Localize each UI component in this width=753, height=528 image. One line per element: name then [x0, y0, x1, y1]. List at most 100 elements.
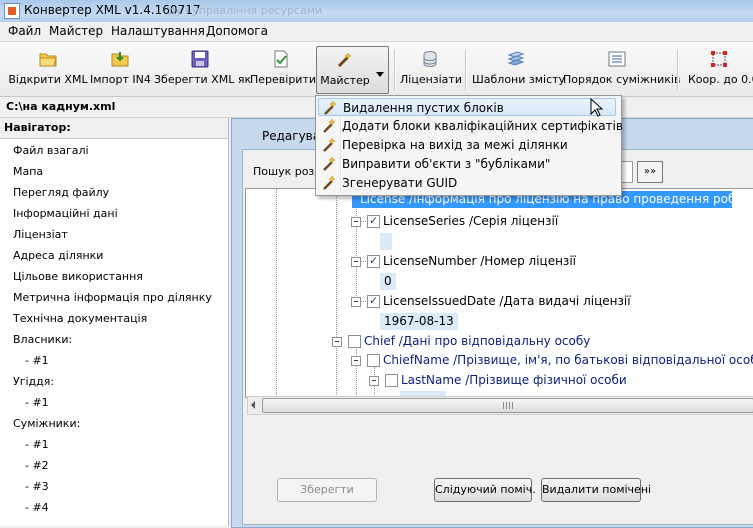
collapse-icon[interactable] — [351, 356, 361, 366]
nav-item-parcel-address[interactable]: Адреса ділянки — [13, 249, 103, 262]
scroll-left-icon[interactable] — [251, 401, 255, 409]
toolbar-separator — [465, 50, 467, 90]
nav-item-map[interactable]: Мапа — [13, 165, 43, 178]
tree-node-license-number[interactable]: LicenseNumber /Номер ліцензії — [383, 254, 576, 268]
menu-file[interactable]: Файл — [8, 24, 41, 38]
checkbox[interactable] — [367, 254, 380, 268]
templates-icon — [507, 51, 525, 66]
search-next-button[interactable]: »» — [637, 161, 663, 183]
menu-item-fix-donut-objects[interactable]: Виправити об'єкти з "бубліками" — [318, 155, 618, 173]
nav-item-purpose[interactable]: Цільове використання — [13, 270, 143, 283]
nav-item-land-1[interactable]: - #1 — [25, 396, 49, 409]
menu-master[interactable]: Майстер — [49, 24, 103, 38]
tree-value-number[interactable]: 0 — [380, 273, 396, 290]
navigator-title: Навігатор: — [4, 121, 71, 134]
nav-item-tech-docs[interactable]: Технічна документація — [13, 312, 147, 325]
master-dropdown-menu: Видалення пустих блоків Додати блоки ква… — [315, 95, 623, 196]
delete-marked-button[interactable]: Видалити помічені — [541, 478, 651, 502]
file-path: C:\на каднум.xml — [6, 100, 116, 113]
coordinates-icon — [710, 51, 727, 67]
nav-item-neighbor-3[interactable]: - #3 — [25, 480, 49, 493]
import-folder-icon — [111, 52, 129, 67]
tree-node-license-series[interactable]: LicenseSeries /Серія ліцензії — [383, 214, 558, 228]
checkbox[interactable] — [367, 294, 380, 308]
nav-item-metric-info[interactable]: Метрична інформація про ділянку — [13, 291, 212, 304]
save-xml-as-button[interactable]: Зберегти XML як — [154, 46, 251, 92]
title-bar: Конвертер XML v1.4.160717 ду і управлінн… — [0, 0, 753, 23]
open-xml-button[interactable]: Відкрити XML — [8, 46, 88, 92]
navigator-header: Навігатор: — [0, 118, 228, 139]
magic-wand-icon — [323, 156, 336, 171]
tree-value-empty[interactable] — [380, 233, 392, 250]
nav-item-neighbor-2[interactable]: - #2 — [25, 459, 49, 472]
checkbox[interactable] — [385, 374, 398, 387]
checklist-icon — [274, 50, 288, 68]
menu-item-generate-guid[interactable]: Згенерувати GUID — [318, 174, 618, 192]
nav-item-neighbor-1[interactable]: - #1 — [25, 438, 49, 451]
menu-bar: Файл Майстер Налаштування Допомога — [0, 22, 753, 42]
editor-caption: Редагува — [262, 129, 321, 143]
xml-tree: License /Інформація про ліцензію на прав… — [245, 188, 753, 398]
neighbors-order-button[interactable]: Порядок суміжників — [563, 46, 680, 92]
toolbar-separator — [394, 50, 396, 90]
magic-wand-icon — [323, 175, 336, 190]
menu-help[interactable]: Допомога — [206, 24, 268, 38]
search-label: Пошук розд — [253, 165, 322, 178]
collapse-icon[interactable] — [369, 376, 379, 386]
chevron-down-icon — [376, 72, 384, 77]
nav-item-info-data[interactable]: Інформаційні дані — [13, 207, 118, 220]
background-window-title: ду і управління ресурсами — [168, 4, 323, 17]
master-dropdown-button[interactable] — [372, 46, 389, 94]
scroll-thumb[interactable] — [262, 398, 753, 413]
magic-wand-icon — [337, 52, 352, 68]
checkbox[interactable] — [348, 335, 361, 348]
master-button[interactable]: Майстер — [316, 46, 374, 94]
tree-value-date[interactable]: 1967-08-13 — [380, 313, 458, 330]
tree-guide — [336, 189, 337, 397]
nav-item-neighbor-4[interactable]: - #4 — [25, 501, 49, 514]
list-order-icon — [608, 51, 626, 67]
checkbox[interactable] — [367, 214, 380, 228]
nav-group-neighbors[interactable]: Суміжники: — [13, 417, 80, 430]
nav-item-owner-1[interactable]: - #1 — [25, 354, 49, 367]
nav-item-licensee[interactable]: Ліцензіат — [13, 228, 68, 241]
collapse-icon[interactable] — [351, 297, 361, 307]
floppy-disk-icon — [191, 50, 209, 68]
grip-icon — [503, 402, 513, 409]
checkbox[interactable] — [367, 354, 380, 367]
tree-guide — [276, 189, 277, 397]
save-button[interactable]: Зберегти — [277, 478, 377, 502]
magic-wand-icon — [323, 118, 336, 133]
licenses-button[interactable]: Ліцензіати — [400, 46, 462, 92]
database-icon — [423, 51, 437, 68]
menu-item-add-certificate-blocks[interactable]: Додати блоки кваліфікаційних сертифікаті… — [318, 117, 623, 135]
content-templates-button[interactable]: Шаблони змісту — [472, 46, 565, 92]
navigator-panel: Навігатор: Файл взагалі Мапа Перегляд фа… — [0, 118, 229, 526]
toolbar: Відкрити XML Імпорт IN4 Зберегти XML як … — [0, 42, 753, 97]
horizontal-scrollbar[interactable] — [247, 396, 753, 415]
folder-open-icon — [39, 53, 57, 67]
coordinates-button[interactable]: Коор. до 0.00 — [684, 46, 753, 92]
nav-group-lands[interactable]: Угіддя: — [13, 375, 54, 388]
check-button[interactable]: Перевірити — [250, 46, 316, 92]
toolbar-separator — [677, 50, 679, 90]
collapse-icon[interactable] — [332, 337, 342, 347]
menu-item-check-boundaries[interactable]: Перевірка на вихід за межі ділянки — [318, 136, 618, 154]
nav-group-owners[interactable]: Власники: — [13, 333, 72, 346]
tree-node-license-issued-date[interactable]: LicenseIssuedDate /Дата видачі ліцензії — [383, 294, 631, 308]
next-marked-button[interactable]: Слідуючий поміч. — [434, 478, 536, 502]
nav-item-file-general[interactable]: Файл взагалі — [13, 144, 89, 157]
collapse-icon[interactable] — [351, 257, 361, 267]
import-in4-button[interactable]: Імпорт IN4 — [90, 46, 151, 92]
menu-item-remove-empty-blocks[interactable]: Видалення пустих блоків — [318, 98, 616, 116]
magic-wand-icon — [324, 100, 337, 115]
menu-settings[interactable]: Налаштування — [111, 24, 205, 38]
nav-item-file-view[interactable]: Перегляд файлу — [13, 186, 109, 199]
mouse-cursor-icon — [590, 98, 604, 117]
magic-wand-icon — [323, 137, 336, 152]
app-icon — [4, 3, 20, 19]
collapse-icon[interactable] — [351, 217, 361, 227]
tree-node-chief-name[interactable]: ChiefName /Прізвище, ім'я, по батькові в… — [383, 353, 753, 367]
tree-node-last-name[interactable]: LastName /Прізвище фізичної особи — [401, 373, 627, 387]
tree-node-chief[interactable]: Chief /Дані про відповідальну особу — [364, 334, 590, 348]
